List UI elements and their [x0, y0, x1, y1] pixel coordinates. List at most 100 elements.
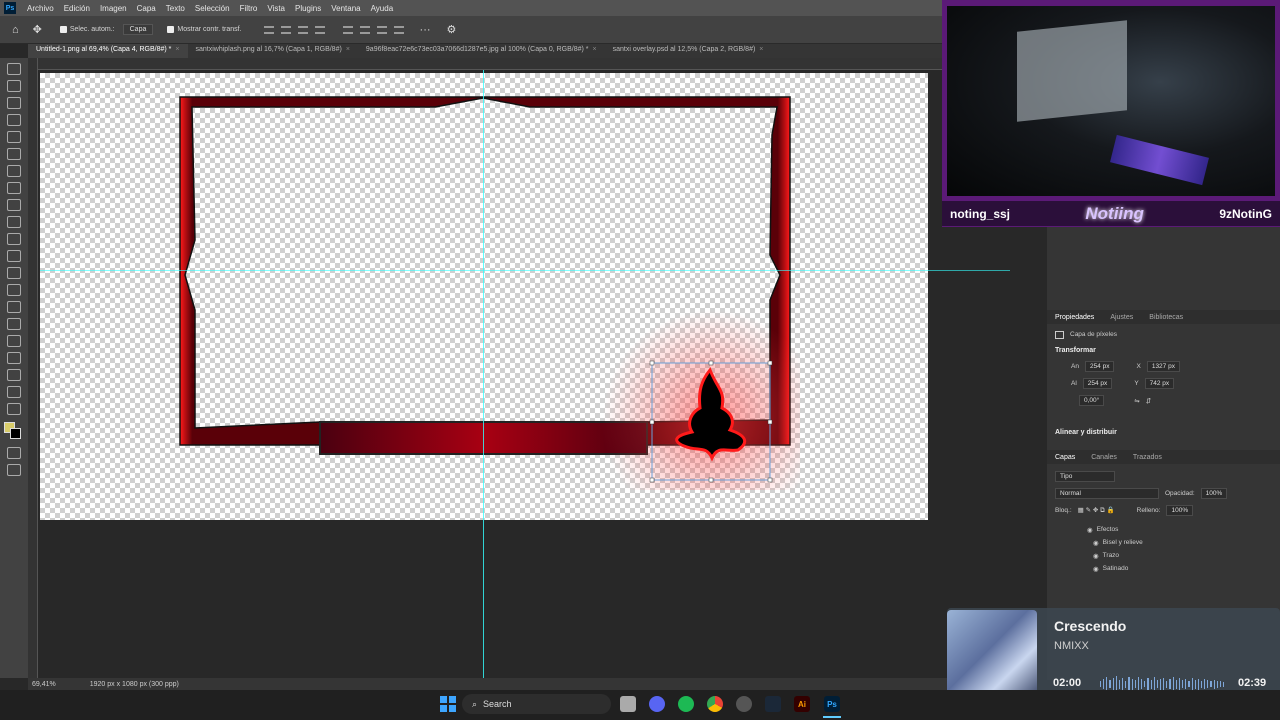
transform-handle[interactable] — [767, 419, 773, 425]
lock-icons[interactable]: ▦ ✎ ✥ ⧉ 🔒 — [1078, 506, 1115, 515]
align-center-icon[interactable] — [280, 25, 291, 34]
healing-brush-tool-icon[interactable] — [7, 182, 21, 194]
distribute-spacing-icon[interactable] — [393, 25, 404, 34]
move-tool-icon[interactable]: ✥ — [33, 23, 42, 36]
shape-tool-icon[interactable] — [7, 369, 21, 381]
align-justify-icon[interactable] — [314, 25, 325, 34]
task-view-icon[interactable] — [620, 696, 636, 712]
history-brush-tool-icon[interactable] — [7, 233, 21, 245]
transform-handle[interactable] — [649, 477, 655, 483]
tab-untitled-1[interactable]: Untitled-1.png al 69,4% (Capa 4, RGB/8#)… — [28, 44, 188, 58]
guide-vertical[interactable] — [483, 70, 484, 680]
chrome-icon[interactable] — [707, 696, 723, 712]
distribute-middle-icon[interactable] — [359, 25, 370, 34]
settings-gear-icon[interactable]: ⚙ — [447, 23, 457, 36]
auto-select-checkbox[interactable] — [59, 26, 67, 33]
menu-ayuda[interactable]: Ayuda — [366, 4, 399, 13]
zoom-tool-icon[interactable] — [7, 403, 21, 415]
illustrator-icon[interactable]: Ai — [794, 696, 810, 712]
guide-horizontal[interactable] — [40, 270, 1010, 271]
dodge-tool-icon[interactable] — [7, 301, 21, 313]
tab-ajustes[interactable]: Ajustes — [1102, 314, 1141, 321]
marquee-tool-icon[interactable] — [7, 80, 21, 92]
opacity-field[interactable]: 100% — [1200, 488, 1228, 499]
type-tool-icon[interactable] — [7, 335, 21, 347]
frame-tool-icon[interactable] — [7, 148, 21, 160]
transform-handle[interactable] — [649, 360, 655, 366]
menu-seleccion[interactable]: Selección — [190, 4, 235, 13]
tab-capas[interactable]: Capas — [1047, 454, 1083, 461]
menu-plugins[interactable]: Plugins — [290, 4, 326, 13]
close-icon[interactable]: × — [593, 46, 597, 53]
tab-bibliotecas[interactable]: Bibliotecas — [1141, 314, 1191, 321]
tab-santxi-overlay[interactable]: santxi overlay.psd al 12,5% (Capa 2, RGB… — [605, 44, 772, 58]
photoshop-icon[interactable]: Ps — [824, 696, 840, 712]
eraser-tool-icon[interactable] — [7, 250, 21, 262]
tab-santxiwhiplash[interactable]: santxiwhiplash.png al 16,7% (Capa 1, RGB… — [188, 44, 358, 58]
blur-tool-icon[interactable] — [7, 284, 21, 296]
width-field[interactable]: 254 px — [1084, 361, 1115, 372]
menu-imagen[interactable]: Imagen — [95, 4, 132, 13]
hand-tool-icon[interactable] — [7, 386, 21, 398]
transform-handle[interactable] — [649, 419, 655, 425]
discord-icon[interactable] — [649, 696, 665, 712]
tab-trazados[interactable]: Trazados — [1125, 454, 1170, 461]
home-icon[interactable]: ⌂ — [12, 24, 19, 36]
transform-section-header[interactable]: Transformar — [1047, 343, 1280, 358]
eye-icon[interactable]: ◉ — [1087, 526, 1093, 534]
menu-edicion[interactable]: Edición — [59, 4, 95, 13]
distribute-top-icon[interactable] — [342, 25, 353, 34]
close-icon[interactable]: × — [175, 46, 179, 53]
menu-capa[interactable]: Capa — [132, 4, 161, 13]
stamp-tool-icon[interactable] — [7, 216, 21, 228]
align-section-header[interactable]: Alinear y distribuir — [1047, 425, 1280, 440]
more-options-icon[interactable]: ··· — [420, 24, 431, 36]
transform-handle[interactable] — [767, 360, 773, 366]
effect-bevel-row[interactable]: ◉ Bisel y relieve — [1047, 536, 1280, 549]
gradient-tool-icon[interactable] — [7, 267, 21, 279]
menu-ventana[interactable]: Ventana — [326, 4, 365, 13]
close-icon[interactable]: × — [759, 46, 763, 53]
transform-handle[interactable] — [767, 477, 773, 483]
eye-icon[interactable]: ◉ — [1093, 539, 1099, 547]
angle-field[interactable]: 0,00° — [1079, 395, 1105, 406]
screen-mode-icon[interactable] — [7, 464, 21, 476]
lasso-tool-icon[interactable] — [7, 97, 21, 109]
flip-horizontal-icon[interactable]: ⇋ — [1134, 397, 1139, 405]
magic-wand-tool-icon[interactable] — [7, 114, 21, 126]
zoom-level[interactable]: 69,41% — [32, 681, 56, 688]
close-icon[interactable]: × — [346, 46, 350, 53]
layer-filter-select[interactable]: Tipo — [1055, 471, 1115, 482]
menu-texto[interactable]: Texto — [161, 4, 190, 13]
brush-tool-icon[interactable] — [7, 199, 21, 211]
eye-icon[interactable]: ◉ — [1093, 565, 1099, 573]
steam-alt-icon[interactable] — [736, 696, 752, 712]
quick-mask-icon[interactable] — [7, 447, 21, 459]
show-transform-checkbox[interactable] — [167, 26, 175, 33]
crop-tool-icon[interactable] — [7, 131, 21, 143]
background-color-swatch[interactable] — [10, 428, 21, 439]
menu-vista[interactable]: Vista — [262, 4, 290, 13]
steam-icon[interactable] — [765, 696, 781, 712]
blend-mode-select[interactable]: Normal — [1055, 488, 1159, 499]
menu-filtro[interactable]: Filtro — [235, 4, 263, 13]
tab-propiedades[interactable]: Propiedades — [1047, 314, 1102, 321]
flip-vertical-icon[interactable]: ⇵ — [1146, 397, 1151, 405]
effect-satin-row[interactable]: ◉ Satinado — [1047, 562, 1280, 575]
auto-select-dropdown[interactable]: Capa — [122, 24, 154, 35]
eye-icon[interactable]: ◉ — [1093, 552, 1099, 560]
x-field[interactable]: 1327 px — [1146, 361, 1180, 372]
eyedropper-tool-icon[interactable] — [7, 165, 21, 177]
layer-effects-row[interactable]: ◉ Efectos — [1047, 523, 1280, 536]
distribute-bottom-icon[interactable] — [376, 25, 387, 34]
transform-handle[interactable] — [708, 360, 714, 366]
tab-jpg-image[interactable]: 9a96f8eac72e6c73ec03a7066d1287e5.jpg al … — [358, 44, 605, 58]
taskbar-search[interactable]: ⌕ Search — [462, 694, 611, 714]
pen-tool-icon[interactable] — [7, 318, 21, 330]
menu-archivo[interactable]: Archivo — [22, 4, 59, 13]
effect-stroke-row[interactable]: ◉ Trazo — [1047, 549, 1280, 562]
align-left-icon[interactable] — [263, 25, 274, 34]
y-field[interactable]: 742 px — [1144, 378, 1175, 389]
spotify-icon[interactable] — [678, 696, 694, 712]
transform-handle[interactable] — [708, 477, 714, 483]
